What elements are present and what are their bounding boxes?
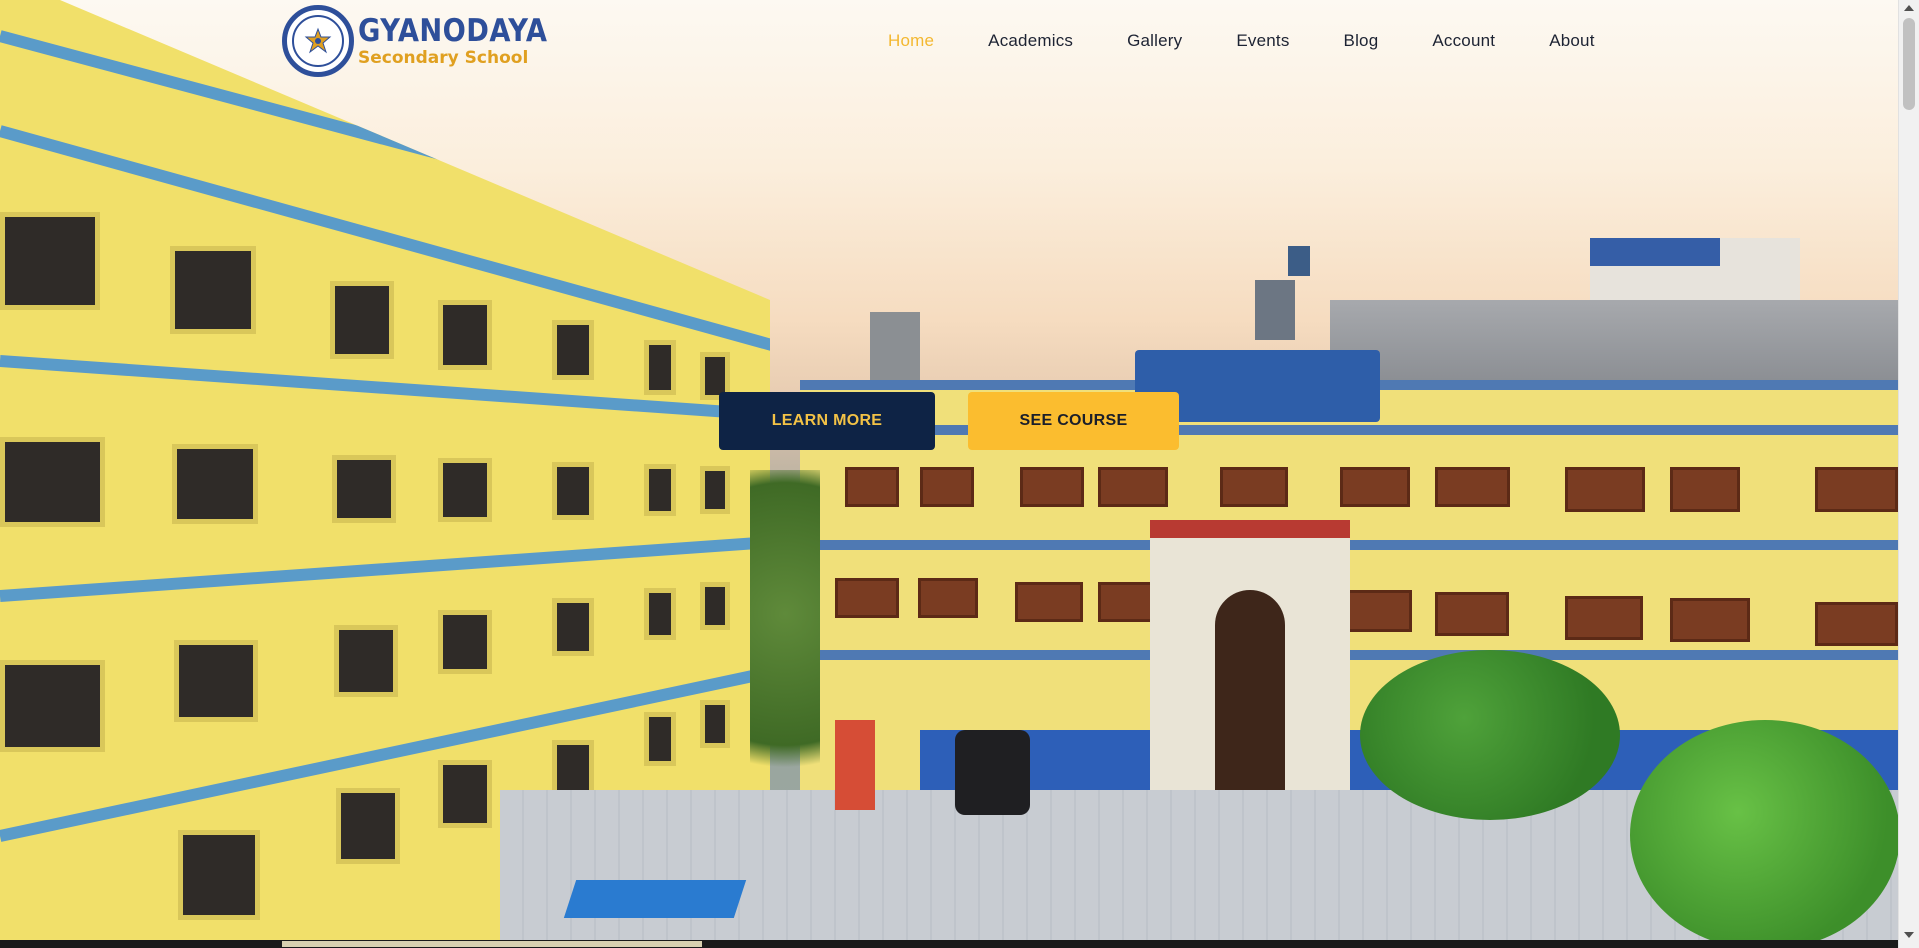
chevron-down-icon[interactable] [1904, 932, 1914, 938]
main-nav: Home Academics Gallery Events Blog Accou… [888, 31, 1649, 51]
nav-about[interactable]: About [1549, 31, 1594, 51]
vertical-scrollbar[interactable] [1898, 0, 1919, 948]
water-tank [1255, 280, 1295, 340]
tree [1360, 650, 1620, 820]
nav-gallery[interactable]: Gallery [1127, 31, 1182, 51]
nav-account[interactable]: Account [1432, 31, 1495, 51]
brand-subtitle: Secondary School [358, 47, 529, 68]
horizontal-scrollbar[interactable] [0, 940, 1898, 948]
see-course-button[interactable]: SEE COURSE [968, 392, 1179, 450]
playground-slide [835, 720, 875, 810]
tree [750, 470, 820, 830]
nav-events[interactable]: Events [1236, 31, 1289, 51]
horizontal-scrollbar-thumb[interactable] [282, 941, 702, 947]
learn-more-button[interactable]: LEARN MORE [719, 392, 935, 450]
water-tank-ground [955, 730, 1030, 815]
brand-title: GYANODAYA [358, 12, 548, 49]
scrollbar-thumb[interactable] [1903, 18, 1915, 110]
nav-home[interactable]: Home [888, 31, 934, 51]
chevron-up-icon[interactable] [1904, 5, 1914, 11]
table-tennis-table [563, 880, 747, 918]
nav-blog[interactable]: Blog [1344, 31, 1379, 51]
gate-door [1215, 590, 1285, 790]
tree [1630, 720, 1898, 940]
nav-academics[interactable]: Academics [988, 31, 1073, 51]
hero-background-image [0, 0, 1898, 940]
water-tank-small [1288, 246, 1310, 276]
tin-roof [1330, 300, 1898, 380]
site-logo[interactable]: GYANODAYA Secondary School [282, 5, 573, 77]
navbar: GYANODAYA Secondary School Home Academic… [0, 0, 1898, 84]
school-seal-icon [282, 5, 354, 77]
